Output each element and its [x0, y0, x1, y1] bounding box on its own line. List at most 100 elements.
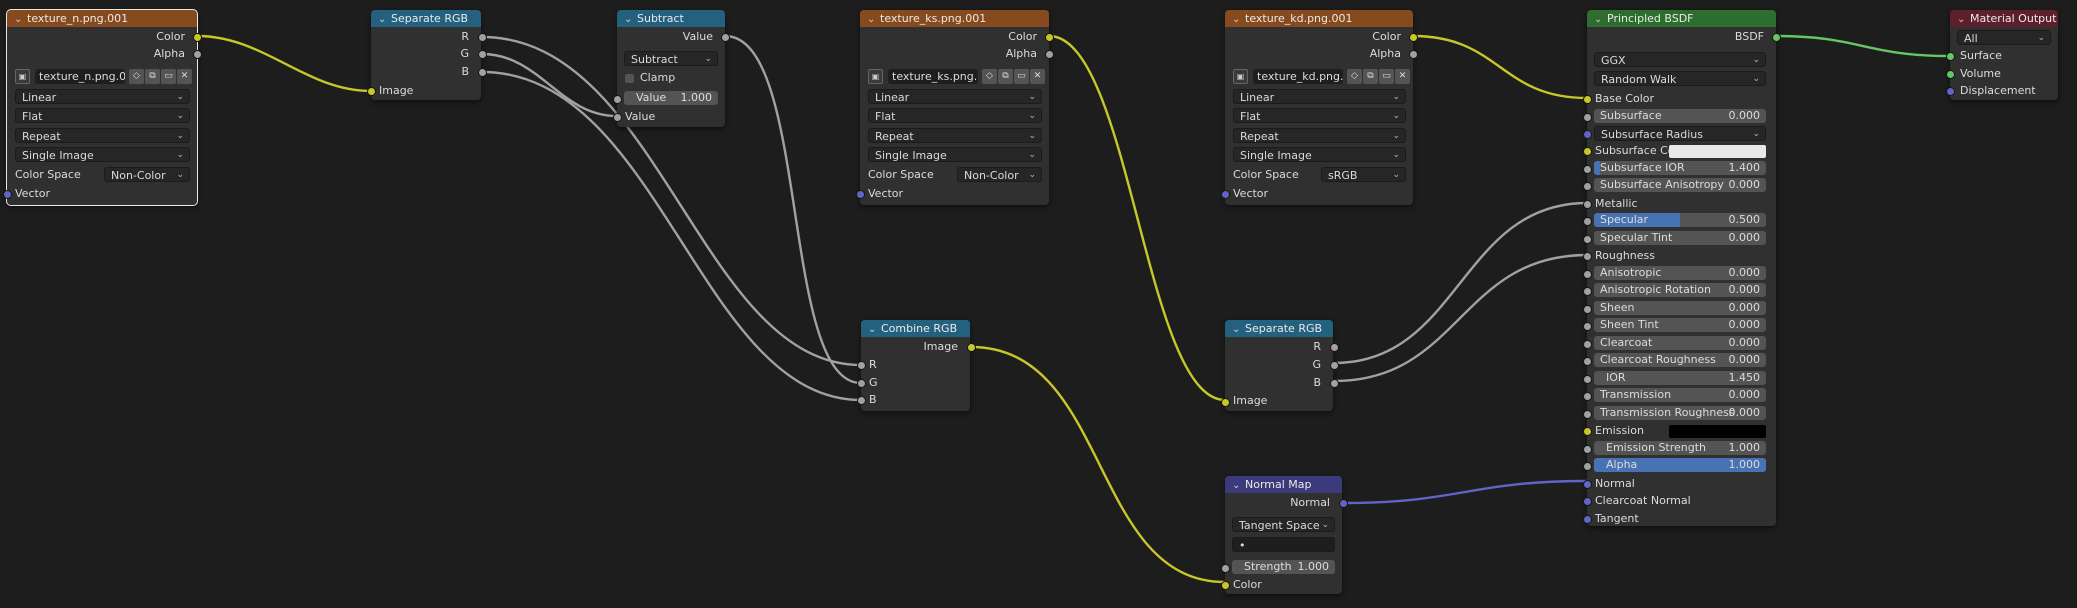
input-vector-socket[interactable] [856, 190, 865, 199]
input-subsurface-color-socket[interactable] [1583, 147, 1592, 156]
output-alpha-socket[interactable] [1045, 50, 1054, 59]
output-image-socket[interactable] [967, 343, 976, 352]
subsurface-radius-field[interactable]: Subsurface Radius ⌄ [1594, 126, 1766, 141]
collapse-chevron-icon[interactable]: ⌄ [378, 11, 386, 27]
uv-map-field[interactable]: • [1232, 537, 1335, 552]
projection-dropdown[interactable]: Flat ⌄ [868, 108, 1042, 123]
node-principled-bsdf[interactable]: ⌄ Principled BSDF BSDF GGX ⌄ Random Walk ⌄ … [1583, 10, 1781, 526]
sheen-field[interactable]: Sheen 0.000 [1594, 301, 1766, 315]
input-transmission-socket[interactable] [1583, 392, 1592, 401]
close-icon[interactable]: ✕ [177, 69, 192, 84]
input-value-1-socket[interactable] [613, 95, 622, 104]
input-volume-socket[interactable] [1946, 70, 1955, 79]
output-r-socket[interactable] [478, 33, 487, 42]
subsurface-anisotropy-field[interactable]: Subsurface Anisotropy 0.000 [1594, 178, 1766, 192]
input-roughness-socket[interactable] [1583, 252, 1592, 261]
target-dropdown[interactable]: All ⌄ [1957, 30, 2051, 45]
fake-user-icon[interactable]: ◇ [1347, 69, 1362, 84]
node-separate-rgb-2[interactable]: ⌄ Separate RGB R G B Image [1221, 320, 1339, 411]
input-sheen-tint-socket[interactable] [1583, 322, 1592, 331]
node-header[interactable]: ⌄ texture_kd.png.001 [1225, 10, 1413, 27]
input-specular-tint-socket[interactable] [1583, 235, 1592, 244]
close-icon[interactable]: ✕ [1395, 69, 1410, 84]
transmission-roughness-field[interactable]: Transmission Roughness 0.000 [1594, 406, 1766, 420]
node-math-subtract[interactable]: ⌄ Subtract Value Subtract ⌄ Clamp Value 1.… [613, 10, 730, 127]
open-folder-icon[interactable]: ▭ [161, 69, 176, 84]
input-subsurface-radius-socket[interactable] [1583, 130, 1592, 139]
image-browse-icon[interactable]: ▣ [15, 69, 30, 84]
alpha-field[interactable]: Alpha 1.000 [1594, 458, 1766, 472]
input-b-socket[interactable] [857, 396, 866, 405]
strength-field[interactable]: Strength 1.000 [1232, 560, 1335, 574]
collapse-chevron-icon[interactable]: ⌄ [1232, 477, 1240, 493]
node-header[interactable]: ⌄ Combine RGB [861, 320, 970, 337]
anisotropic-rotation-field[interactable]: Anisotropic Rotation 0.000 [1594, 283, 1766, 297]
input-vector-socket[interactable] [1221, 190, 1230, 199]
input-anisotropic-rotation-socket[interactable] [1583, 287, 1592, 296]
collapse-chevron-icon[interactable]: ⌄ [867, 11, 875, 27]
distribution-dropdown[interactable]: GGX ⌄ [1594, 52, 1766, 67]
color-space-dropdown[interactable]: sRGB ⌄ [1321, 167, 1406, 182]
value-field[interactable]: Value 1.000 [624, 91, 718, 105]
input-image-socket[interactable] [1221, 398, 1230, 407]
source-dropdown[interactable]: Single Image ⌄ [868, 147, 1042, 162]
node-header[interactable]: ⌄ Normal Map [1225, 476, 1342, 493]
source-dropdown[interactable]: Single Image ⌄ [15, 147, 190, 162]
input-subsurface-anisotropy-socket[interactable] [1583, 182, 1592, 191]
input-sheen-socket[interactable] [1583, 305, 1592, 314]
input-image-socket[interactable] [367, 87, 376, 96]
duplicate-icon[interactable]: ⧉ [145, 69, 160, 84]
input-g-socket[interactable] [857, 379, 866, 388]
input-surface-socket[interactable] [1946, 52, 1955, 61]
clearcoat-roughness-field[interactable]: Clearcoat Roughness 0.000 [1594, 353, 1766, 367]
input-strength-socket[interactable] [1221, 564, 1230, 573]
input-anisotropic-socket[interactable] [1583, 270, 1592, 279]
subsurface-color-swatch[interactable] [1669, 145, 1766, 158]
specular-field[interactable]: Specular 0.500 [1594, 213, 1766, 227]
node-header[interactable]: ⌄ Material Output [1950, 10, 2058, 27]
node-image-texture-kd[interactable]: ⌄ texture_kd.png.001 Color Alpha ▣ textur… [1221, 10, 1418, 205]
input-emission-socket[interactable] [1583, 427, 1592, 436]
image-browse-icon[interactable]: ▣ [1233, 69, 1248, 84]
node-header[interactable]: ⌄ Subtract [617, 10, 725, 27]
output-b-socket[interactable] [478, 68, 487, 77]
node-material-output[interactable]: ⌄ Material Output All ⌄ Surface Volume Dis… [1946, 10, 2058, 100]
input-subsurface-ior-socket[interactable] [1583, 165, 1592, 174]
fake-user-icon[interactable]: ◇ [129, 69, 144, 84]
output-alpha-socket[interactable] [1409, 50, 1418, 59]
collapse-chevron-icon[interactable]: ⌄ [1232, 11, 1240, 27]
collapse-chevron-icon[interactable]: ⌄ [868, 321, 876, 337]
input-r-socket[interactable] [857, 361, 866, 370]
anisotropic-field[interactable]: Anisotropic 0.000 [1594, 266, 1766, 280]
collapse-chevron-icon[interactable]: ⌄ [1232, 321, 1240, 337]
clamp-checkbox[interactable] [625, 74, 634, 83]
input-base-color-socket[interactable] [1583, 95, 1592, 104]
image-name-field[interactable]: texture_kd.png.001 [1253, 69, 1343, 84]
image-browse-icon[interactable]: ▣ [868, 69, 883, 84]
interpolation-dropdown[interactable]: Linear ⌄ [15, 89, 190, 104]
duplicate-icon[interactable]: ⧉ [1363, 69, 1378, 84]
emission-color-swatch[interactable] [1669, 425, 1766, 438]
output-g-socket[interactable] [478, 50, 487, 59]
sheen-tint-field[interactable]: Sheen Tint 0.000 [1594, 318, 1766, 332]
node-header[interactable]: ⌄ Separate RGB [1225, 320, 1333, 337]
interpolation-dropdown[interactable]: Linear ⌄ [868, 89, 1042, 104]
node-header[interactable]: ⌄ texture_ks.png.001 [860, 10, 1049, 27]
interpolation-dropdown[interactable]: Linear ⌄ [1233, 89, 1406, 104]
input-clearcoat-roughness-socket[interactable] [1583, 357, 1592, 366]
input-alpha-socket[interactable] [1583, 462, 1592, 471]
output-color-socket[interactable] [1045, 33, 1054, 42]
close-icon[interactable]: ✕ [1030, 69, 1045, 84]
extension-dropdown[interactable]: Repeat ⌄ [868, 128, 1042, 143]
node-header[interactable]: ⌄ Separate RGB [371, 10, 481, 27]
input-value-2-socket[interactable] [613, 113, 622, 122]
projection-dropdown[interactable]: Flat ⌄ [1233, 108, 1406, 123]
duplicate-icon[interactable]: ⧉ [998, 69, 1013, 84]
collapse-chevron-icon[interactable]: ⌄ [624, 11, 632, 27]
image-selector[interactable]: ▣ texture_ks.png.001 ◇ ⧉ ▭ ✕ [868, 69, 1045, 84]
image-name-field[interactable]: texture_n.png.001 [35, 69, 125, 84]
node-separate-rgb-1[interactable]: ⌄ Separate RGB R G B Image [367, 10, 487, 100]
input-clearcoat-socket[interactable] [1583, 340, 1592, 349]
input-vector-socket[interactable] [3, 190, 12, 199]
node-combine-rgb[interactable]: ⌄ Combine RGB Image R G B [857, 320, 976, 411]
